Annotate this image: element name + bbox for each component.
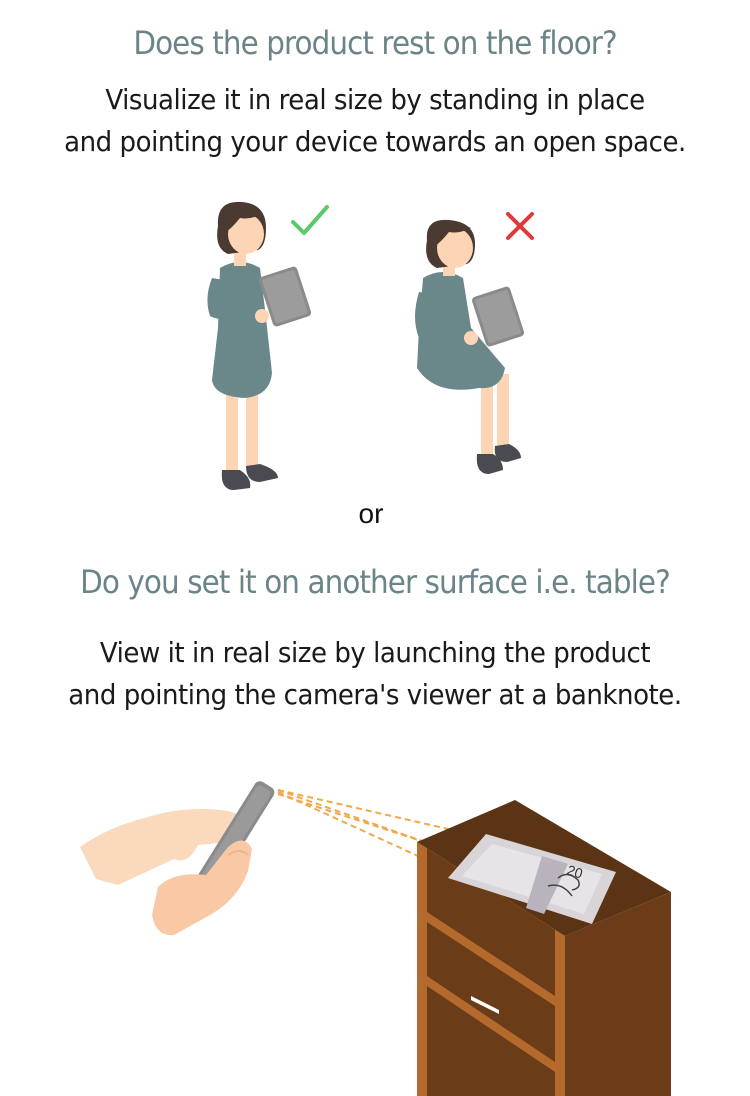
surface-instructions: View it in real size by launching the pr… xyxy=(26,632,724,716)
or-separator: or xyxy=(358,498,384,529)
floor-instructions: Visualize it in real size by standing in… xyxy=(26,79,724,163)
checkmark-icon xyxy=(291,205,329,235)
surface-instruction-line-2: and pointing the camera's viewer at a ba… xyxy=(68,678,682,711)
standing-woman-illustration xyxy=(207,201,312,490)
surface-question-heading: Do you set it on another surface i.e. ta… xyxy=(80,563,671,601)
banknote-illustration: 20 xyxy=(448,834,616,924)
floor-instruction-line-2: and pointing your device towards an open… xyxy=(64,125,686,158)
floor-question-heading: Does the product rest on the floor? xyxy=(133,24,617,62)
cross-icon xyxy=(506,212,534,240)
sitting-woman-illustration xyxy=(415,219,525,474)
surface-instruction-line-1: View it in real size by launching the pr… xyxy=(99,636,651,669)
floor-instruction-line-1: Visualize it in real size by standing in… xyxy=(105,83,645,116)
